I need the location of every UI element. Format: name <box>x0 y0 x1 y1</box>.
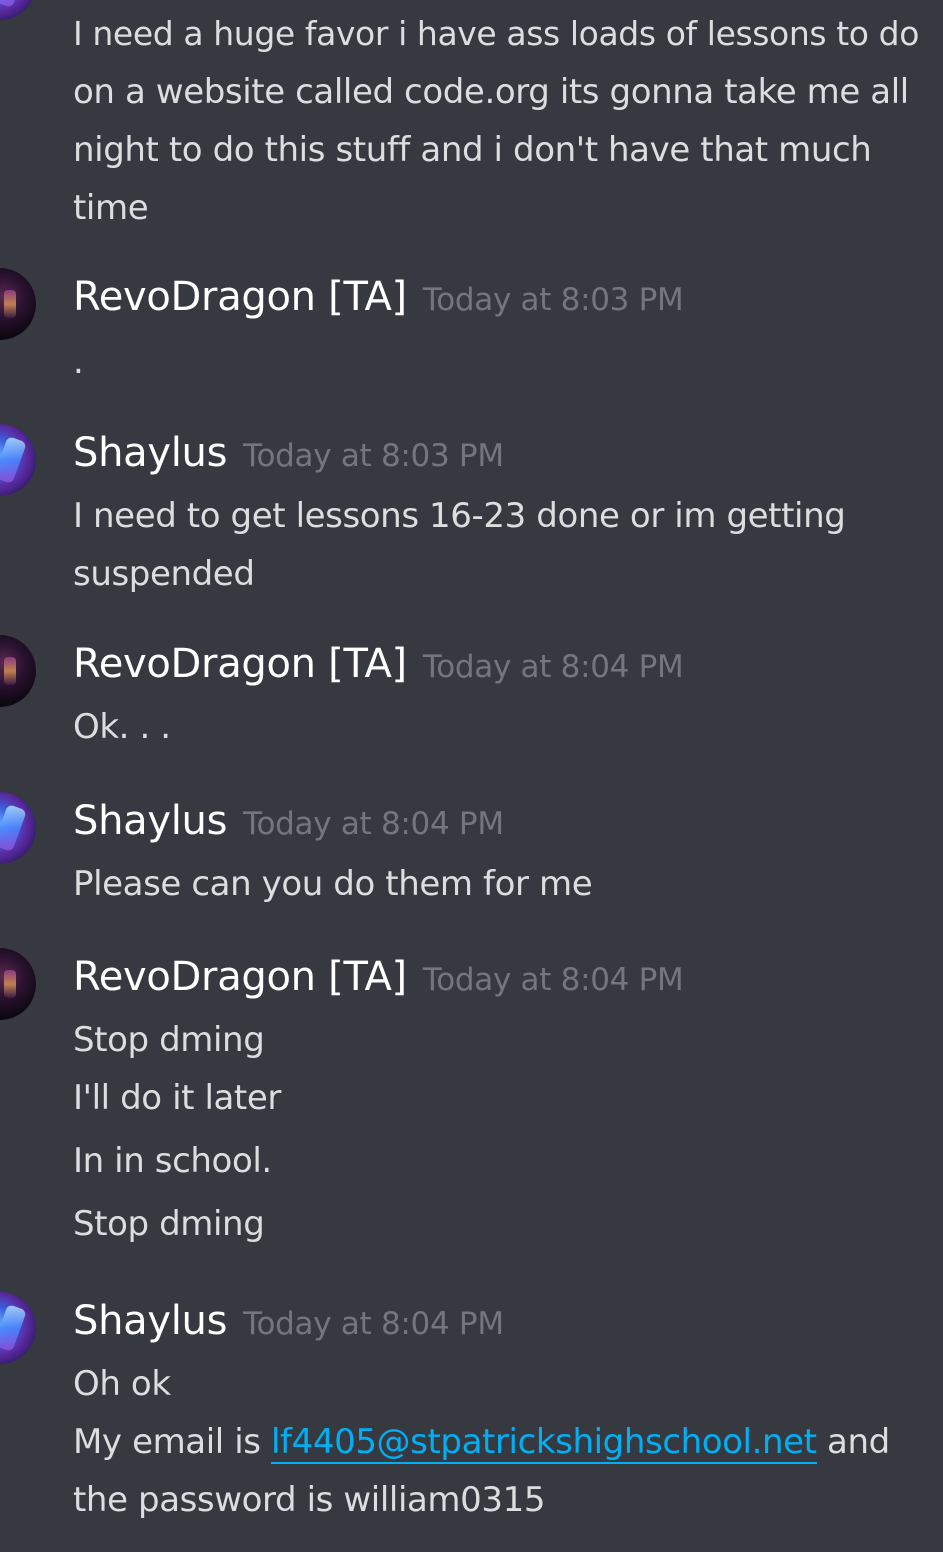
username[interactable]: RevoDragon [TA] <box>73 274 407 320</box>
avatar[interactable] <box>0 635 36 707</box>
message-line: My email is lf4405@stpatrickshighschool.… <box>73 1422 890 1464</box>
message-line: Stop dming <box>73 1204 265 1244</box>
message-text: My email is <box>73 1422 272 1462</box>
username[interactable]: Shaylus <box>73 798 227 844</box>
message-header: Shaylus Today at 8:03 PM <box>73 430 504 476</box>
username[interactable]: RevoDragon [TA] <box>73 641 407 687</box>
message-header: RevoDragon [TA] Today at 8:04 PM <box>73 954 684 1000</box>
message-line: I'll do it later <box>73 1078 281 1118</box>
avatar[interactable] <box>0 1292 36 1364</box>
message-line: Ok. . . <box>73 707 171 747</box>
avatar[interactable] <box>0 424 36 496</box>
timestamp[interactable]: Today at 8:04 PM <box>243 1306 504 1342</box>
avatar[interactable] <box>0 268 36 340</box>
message-line: Oh ok <box>73 1364 171 1404</box>
message-header: RevoDragon [TA] Today at 8:03 PM <box>73 274 684 320</box>
message-text: and <box>816 1422 890 1462</box>
username[interactable]: RevoDragon [TA] <box>73 954 407 1000</box>
message-line: the password is william0315 <box>73 1480 546 1520</box>
username[interactable]: Shaylus <box>73 430 227 476</box>
timestamp[interactable]: Today at 8:04 PM <box>423 962 684 998</box>
message-line: suspended <box>73 554 255 594</box>
message-header: RevoDragon [TA] Today at 8:04 PM <box>73 641 684 687</box>
timestamp[interactable]: Today at 8:03 PM <box>243 438 504 474</box>
chat-messages: I need a huge favor i have ass loads of … <box>0 0 943 1552</box>
message-line: on a website called code.org its gonna t… <box>73 72 909 112</box>
timestamp[interactable]: Today at 8:03 PM <box>423 282 684 318</box>
timestamp[interactable]: Today at 8:04 PM <box>243 806 504 842</box>
message-line: I need a huge favor i have ass loads of … <box>73 14 920 53</box>
message-line: I need to get lessons 16-23 done or im g… <box>73 496 846 536</box>
message-line: Stop dming <box>73 1020 265 1060</box>
timestamp[interactable]: Today at 8:04 PM <box>423 649 684 685</box>
message-line: Please can you do them for me <box>73 864 593 904</box>
message-line: time <box>73 188 149 228</box>
email-link[interactable]: lf4405@stpatrickshighschool.net <box>271 1422 817 1464</box>
message-line: . <box>73 342 84 382</box>
avatar[interactable] <box>0 792 36 864</box>
message-line: In in school. <box>73 1141 272 1181</box>
message-header: Shaylus Today at 8:04 PM <box>73 798 504 844</box>
message-header: Shaylus Today at 8:04 PM <box>73 1298 504 1344</box>
username[interactable]: Shaylus <box>73 1298 227 1344</box>
avatar[interactable] <box>0 948 36 1020</box>
avatar[interactable] <box>0 0 36 20</box>
message-line: night to do this stuff and i don't have … <box>73 130 872 170</box>
